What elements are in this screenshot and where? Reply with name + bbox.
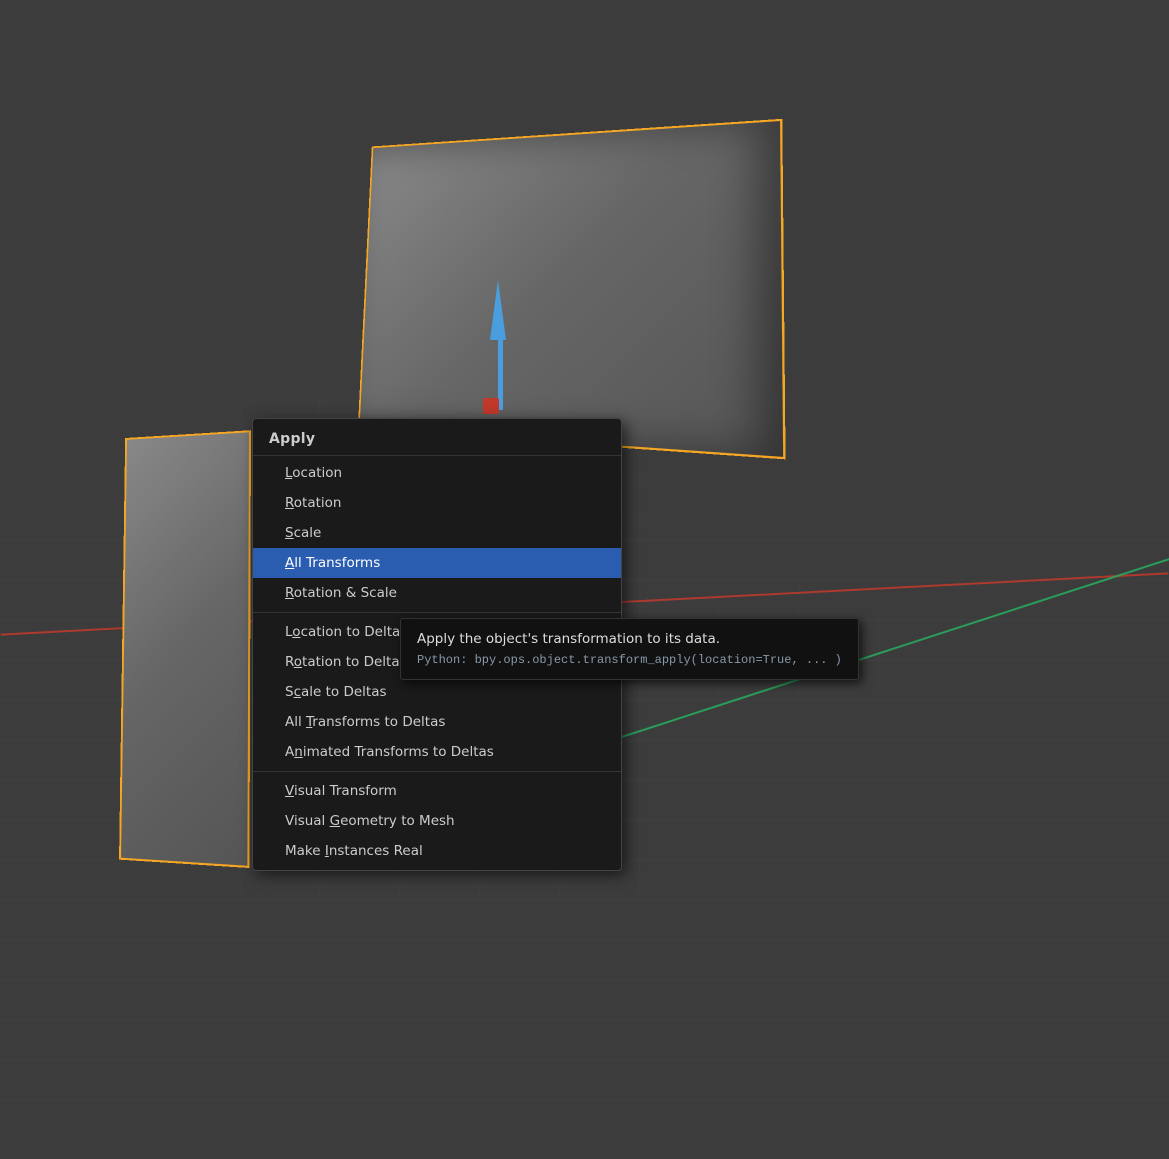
menu-item-location[interactable]: Location — [253, 458, 621, 488]
menu-item-animated-transforms-to-deltas[interactable]: Animated Transforms to Deltas — [253, 737, 621, 767]
transform-origin-dot — [483, 398, 499, 414]
selected-object-main — [358, 119, 786, 460]
menu-item-rotation-scale[interactable]: Rotation & Scale — [253, 578, 621, 608]
menu-item-all-transforms[interactable]: All Transforms — [253, 548, 621, 578]
menu-item-scale[interactable]: Scale — [253, 518, 621, 548]
selected-object-left — [119, 430, 251, 868]
menu-item-tooltip: Apply the object's transformation to its… — [400, 618, 859, 680]
menu-item-make-instances-real[interactable]: Make Instances Real — [253, 836, 621, 866]
menu-item-all-transforms-to-deltas[interactable]: All Transforms to Deltas — [253, 707, 621, 737]
menu-separator-2 — [253, 771, 621, 772]
tooltip-description: Apply the object's transformation to its… — [417, 631, 842, 647]
3d-viewport: Apply Location Rotation Scale All Transf… — [0, 0, 1169, 1159]
tooltip-python-api: Python: bpy.ops.object.transform_apply(l… — [417, 653, 842, 667]
menu-title: Apply — [253, 423, 621, 456]
menu-item-rotation[interactable]: Rotation — [253, 488, 621, 518]
menu-item-visual-geometry-to-mesh[interactable]: Visual Geometry to Mesh — [253, 806, 621, 836]
transform-arrow-z-stem — [498, 330, 503, 410]
menu-item-scale-to-deltas[interactable]: Scale to Deltas — [253, 677, 621, 707]
menu-separator-1 — [253, 612, 621, 613]
menu-item-visual-transform[interactable]: Visual Transform — [253, 776, 621, 806]
